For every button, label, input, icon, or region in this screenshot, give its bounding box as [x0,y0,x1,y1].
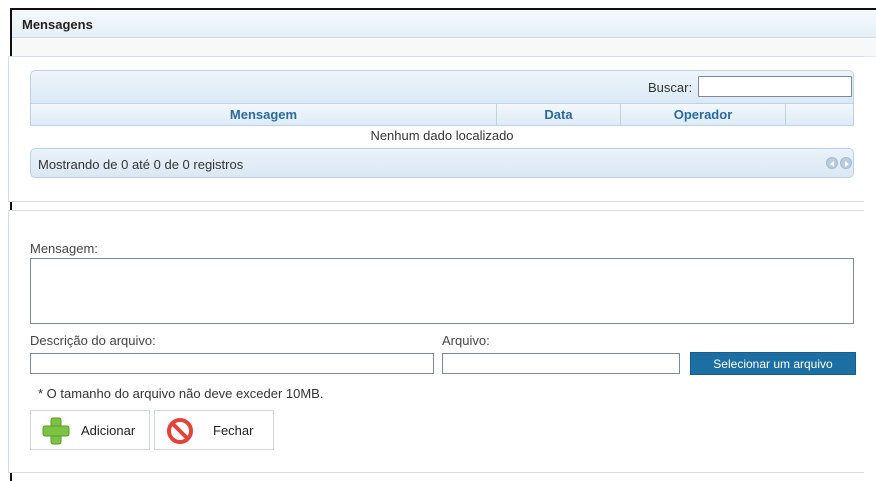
plus-icon [42,417,70,445]
file-input[interactable] [442,353,680,374]
table-empty-row: Nenhum dado localizado [370,128,514,143]
file-size-note: * O tamanho do arquivo não deve exceder … [38,386,324,401]
file-description-label: Descrição do arquivo: [30,333,156,348]
file-description-input[interactable] [30,353,434,374]
file-label: Arquivo: [442,333,490,348]
pager-next-icon[interactable] [840,157,852,169]
search-label: Buscar: [648,80,693,95]
column-header-data[interactable]: Data [497,104,621,125]
message-textarea[interactable] [30,258,854,324]
add-button-label: Adicionar [81,423,136,438]
header-strip [12,39,876,57]
pagination-info: Mostrando de 0 até 0 de 0 registros [38,157,244,172]
table-header: Mensagem Data Operador [30,104,854,126]
close-button-label: Fechar [213,423,254,438]
page-title: Mensagens [22,17,93,32]
pager-prev-icon[interactable] [826,157,838,169]
window-header: Mensagens [12,10,876,38]
search-input[interactable] [698,76,852,97]
ban-icon [167,418,193,444]
column-header-operador[interactable]: Operador [621,104,786,125]
select-file-button[interactable]: Selecionar um arquivo [690,352,856,375]
column-header-extra [786,104,853,125]
message-label: Mensagem: [30,241,98,256]
close-button[interactable]: Fechar [154,410,274,450]
add-button[interactable]: Adicionar [30,410,150,450]
column-header-mensagem[interactable]: Mensagem [31,104,497,125]
